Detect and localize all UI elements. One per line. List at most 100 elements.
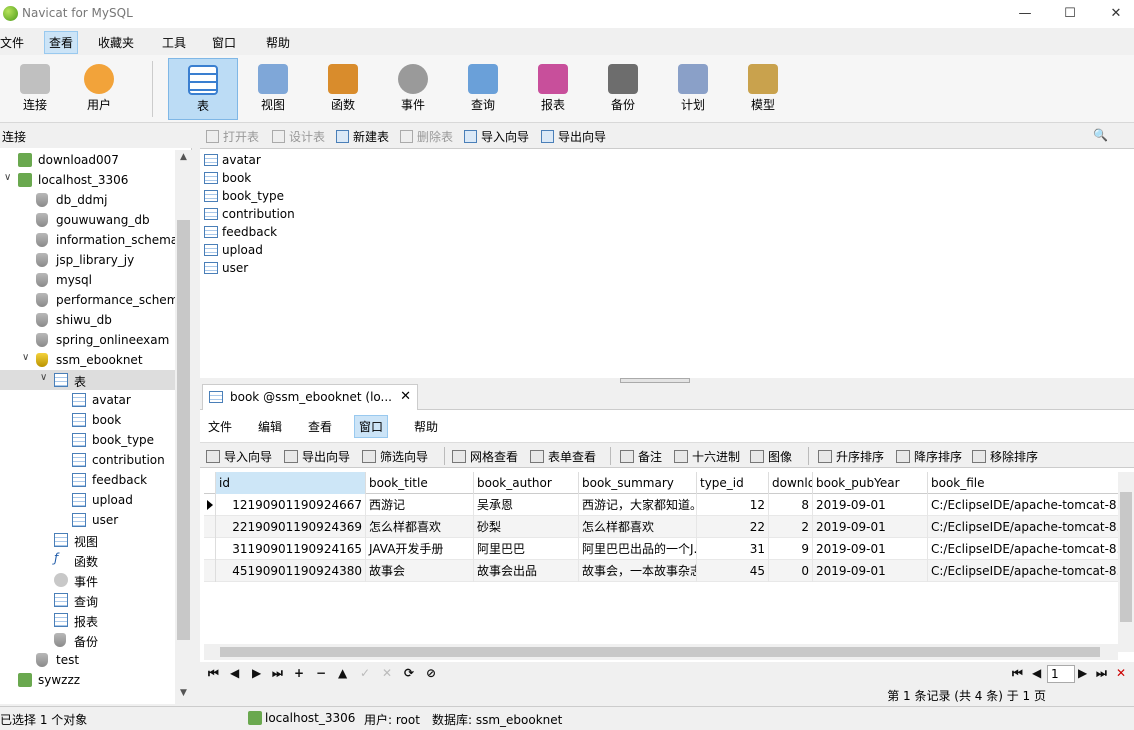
table-cell[interactable]: 西游记 (366, 494, 474, 516)
tree-item[interactable]: upload (0, 490, 175, 510)
table-cell[interactable]: C:/EclipseIDE/apache-tomcat-8. (928, 560, 1118, 582)
table-cell[interactable]: 2019-09-01 (813, 538, 928, 560)
tree-item[interactable]: sywzzz (0, 670, 175, 690)
tree-item[interactable]: avatar (0, 390, 175, 410)
grid-scroll-thumb[interactable] (1120, 492, 1132, 622)
tree-item[interactable]: mysql (0, 270, 175, 290)
filter-wizard-button[interactable]: 筛选向导 (362, 448, 428, 465)
new-table-button[interactable]: 新建表 (336, 128, 389, 145)
first-record-button[interactable]: ⏮ (208, 666, 219, 681)
table-cell[interactable]: 阿里巴巴 (474, 538, 579, 560)
scroll-up-icon[interactable]: ▲ (177, 152, 190, 162)
delete-table-button[interactable]: 删除表 (400, 128, 453, 145)
last-record-button[interactable]: ⏭ (272, 666, 283, 681)
tree-item[interactable]: ƒ 函数 (0, 550, 175, 570)
next-record-button[interactable]: ▶ (252, 666, 261, 680)
table-cell[interactable]: JAVA开发手册 (366, 538, 474, 560)
view-button[interactable]: 视图 (238, 58, 308, 120)
schedule-button[interactable]: 计划 (658, 58, 728, 120)
table-cell[interactable]: 45 (697, 560, 769, 582)
row-selector[interactable] (204, 494, 216, 516)
add-record-button[interactable]: + (294, 666, 304, 680)
tree-item[interactable]: contribution (0, 450, 175, 470)
row-selector[interactable] (204, 560, 216, 582)
table-cell[interactable]: 31 (697, 538, 769, 560)
menu-tools[interactable]: 工具 (162, 34, 186, 51)
object-list-item[interactable]: contribution (202, 205, 295, 223)
page-number-input[interactable]: 1 (1047, 665, 1075, 683)
apply-changes-button[interactable]: ✓ (360, 666, 370, 680)
expand-chevron-icon[interactable]: ∨ (22, 352, 34, 363)
scroll-down-icon[interactable]: ▼ (177, 688, 190, 698)
menu-favorites[interactable]: 收藏夹 (98, 34, 134, 51)
table-cell[interactable]: 2 (769, 516, 813, 538)
object-list-item[interactable]: upload (202, 241, 292, 259)
menu-help[interactable]: 帮助 (266, 34, 290, 51)
first-page-button[interactable]: ⏮ (1012, 666, 1023, 681)
table-cell[interactable]: 12190901190924667 (216, 494, 366, 516)
table-row[interactable]: 45190901190924380 故事会 故事会出品 故事会，一本故事杂志 45 0 20… (204, 560, 1118, 582)
table-cell[interactable]: 吴承恩 (474, 494, 579, 516)
object-list-item[interactable]: feedback (202, 223, 292, 241)
table-cell[interactable]: 8 (769, 494, 813, 516)
table-cell[interactable]: C:/EclipseIDE/apache-tomcat-8. (928, 494, 1118, 516)
menu-file[interactable]: 文件 (0, 34, 24, 51)
splitter-grip[interactable] (620, 378, 690, 383)
viewer-menu-window[interactable]: 窗口 (354, 415, 389, 438)
table-cell[interactable]: 故事会，一本故事杂志 (579, 560, 697, 582)
backup-button[interactable]: 备份 (588, 58, 658, 120)
menu-window[interactable]: 窗口 (212, 34, 236, 51)
design-table-button[interactable]: 设计表 (272, 128, 325, 145)
search-icon[interactable]: 🔍 (1093, 128, 1108, 142)
object-list-item[interactable]: user (202, 259, 292, 277)
memo-button[interactable]: 备注 (620, 448, 662, 465)
table-row[interactable]: 12190901190924667 西游记 吴承恩 西游记，大家都知道。 12 8 2019… (204, 494, 1118, 516)
table-row[interactable]: 22190901190924369 怎么样都喜欢 砂梨 怎么样都喜欢 22 2 2019-0… (204, 516, 1118, 538)
table-cell[interactable]: 0 (769, 560, 813, 582)
table-cell[interactable]: 怎么样都喜欢 (366, 516, 474, 538)
row-selector[interactable] (204, 516, 216, 538)
stop-button[interactable]: ⊘ (426, 666, 436, 680)
table-cell[interactable]: 22190901190924369 (216, 516, 366, 538)
import-wizard-button[interactable]: 导入向导 (464, 128, 529, 145)
connect-button[interactable]: 连接 (0, 58, 70, 120)
vertical-splitter[interactable] (193, 124, 200, 704)
column-header[interactable]: book_summary (579, 472, 697, 494)
expand-chevron-icon[interactable]: ∨ (40, 372, 52, 383)
form-view-button[interactable]: 表单查看 (530, 448, 596, 465)
tree-scrollbar[interactable]: ▲ ▼ (175, 150, 192, 704)
report-button[interactable]: 报表 (518, 58, 588, 120)
table-button[interactable]: 表 (168, 58, 238, 120)
tree-scroll-thumb[interactable] (177, 220, 190, 640)
tree-item[interactable]: ∨ localhost_3306 (0, 170, 175, 190)
tab-close-icon[interactable]: ✕ (400, 389, 411, 404)
row-selector[interactable] (204, 538, 216, 560)
function-button[interactable]: 函数 (308, 58, 378, 120)
grid-view-button[interactable]: 网格查看 (452, 448, 518, 465)
discard-changes-button[interactable]: ✕ (382, 666, 392, 680)
table-cell[interactable]: 45190901190924380 (216, 560, 366, 582)
maximize-button[interactable]: ☐ (1057, 4, 1083, 24)
viewer-menu-view[interactable]: 查看 (308, 418, 332, 435)
table-cell[interactable]: 故事会 (366, 560, 474, 582)
table-cell[interactable]: 2019-09-01 (813, 494, 928, 516)
hex-button[interactable]: 十六进制 (674, 448, 740, 465)
table-cell[interactable]: 故事会出品 (474, 560, 579, 582)
expand-chevron-icon[interactable]: ∨ (4, 172, 16, 183)
last-page-button[interactable]: ⏭ (1096, 666, 1107, 681)
tree-item[interactable]: shiwu_db (0, 310, 175, 330)
table-cell[interactable]: 2019-09-01 (813, 516, 928, 538)
sort-ascending-button[interactable]: 升序排序 (818, 448, 884, 465)
tree-item[interactable]: 事件 (0, 570, 175, 590)
tree-item[interactable]: db_ddmj (0, 190, 175, 210)
table-cell[interactable]: 9 (769, 538, 813, 560)
table-cell[interactable]: 砂梨 (474, 516, 579, 538)
table-cell[interactable]: 2019-09-01 (813, 560, 928, 582)
model-button[interactable]: 模型 (728, 58, 798, 120)
tree-item[interactable]: user (0, 510, 175, 530)
object-list-item[interactable]: book (202, 169, 292, 187)
column-header[interactable]: id (216, 472, 366, 494)
grid-vertical-scrollbar[interactable] (1118, 472, 1134, 652)
table-cell[interactable]: 怎么样都喜欢 (579, 516, 697, 538)
viewer-menu-help[interactable]: 帮助 (414, 418, 438, 435)
